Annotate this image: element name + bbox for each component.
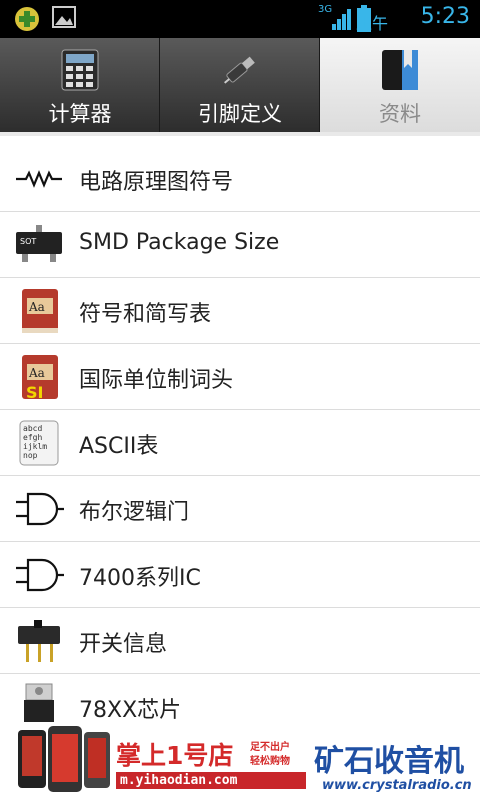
dictionary-icon: Aa [22,289,58,333]
list-item[interactable]: 7400系列IC [0,542,480,608]
list-item-label: 符号和简写表 [79,302,212,327]
book-icon [382,50,418,90]
svg-text:Aa: Aa [28,300,45,314]
list-item-label: SMD Package Size [79,230,280,255]
status-time: 5:23 [420,4,470,29]
svg-text:efgh: efgh [23,433,42,442]
sot-chip-icon: SOT [16,225,62,262]
ascii-doc-icon: abcdefghijklmnop [19,420,59,466]
tab-label: 资料 [379,102,421,126]
svg-text:abcd: abcd [23,424,42,433]
list-item-label: ASCII表 [79,434,159,459]
svg-text:Aa: Aa [28,366,45,380]
status-ampm: 上午 [355,14,388,33]
ad-slogan-1: 足不出户 [250,742,290,753]
list-item-label: 开关信息 [79,632,168,657]
list-item[interactable]: Aa SI 国际单位制词头 [0,344,480,410]
list-item[interactable]: 开关信息 [0,608,480,674]
and-gate-icon [16,492,64,526]
calculator-icon [61,49,99,91]
ad-url: m.yihaodian.com [116,772,306,789]
svg-text:ijklm: ijklm [23,442,47,451]
usb-plug-icon [224,56,255,84]
ad-banner[interactable]: 掌上1号店 足不出户 轻松购物 m.yihaodian.com 矿石收音机 ww… [0,722,480,800]
tab-bar: 计算器 引脚定义 资料 [0,38,480,132]
ad-slogan-2: 轻松购物 [250,756,290,767]
list-item[interactable]: SOT SMD Package Size [0,212,480,278]
slide-switch-icon [18,620,60,662]
list-item[interactable]: abcd efgh ijklm nop ASCII表 [0,410,480,476]
svg-text:nop: nop [23,451,38,460]
list-item[interactable]: 电路原理图符号 [0,146,480,212]
site-title: 矿石收音机 [314,744,464,779]
list-item-label: 布尔逻辑门 [79,500,190,525]
tab-pin-definitions[interactable]: 引脚定义 [160,38,320,132]
svg-text:SI: SI [26,383,43,402]
list-item[interactable]: Aa 符号和简写表 [0,278,480,344]
list-item-label: 78XX芯片 [79,698,182,723]
tab-divider [0,132,480,136]
status-bar: 3G 上午 5:23 [0,0,480,38]
app-notification-icon [15,7,39,31]
si-dictionary-icon: Aa SI [22,355,58,402]
tab-label: 计算器 [48,102,112,126]
reference-list: 电路原理图符号 SOT SMD Package Size Aa 符号和简写表 A… [0,146,480,740]
site-url: www.crystalradio.cn [322,778,472,793]
svg-text:SOT: SOT [20,237,36,246]
tab-label: 引脚定义 [198,102,282,126]
ad-brand: 掌上1号店 [116,741,234,770]
tab-calculator[interactable]: 计算器 [0,38,160,132]
resistor-icon [16,170,62,188]
list-item[interactable]: 布尔逻辑门 [0,476,480,542]
and-gate-icon [16,558,64,592]
tab-reference[interactable]: 资料 [320,38,480,132]
signal-icon [332,9,351,30]
list-item-label: 7400系列IC [79,566,201,591]
list-item-label: 国际单位制词头 [79,368,234,393]
list-item-label: 电路原理图符号 [79,170,234,195]
image-notification-icon [52,6,76,28]
